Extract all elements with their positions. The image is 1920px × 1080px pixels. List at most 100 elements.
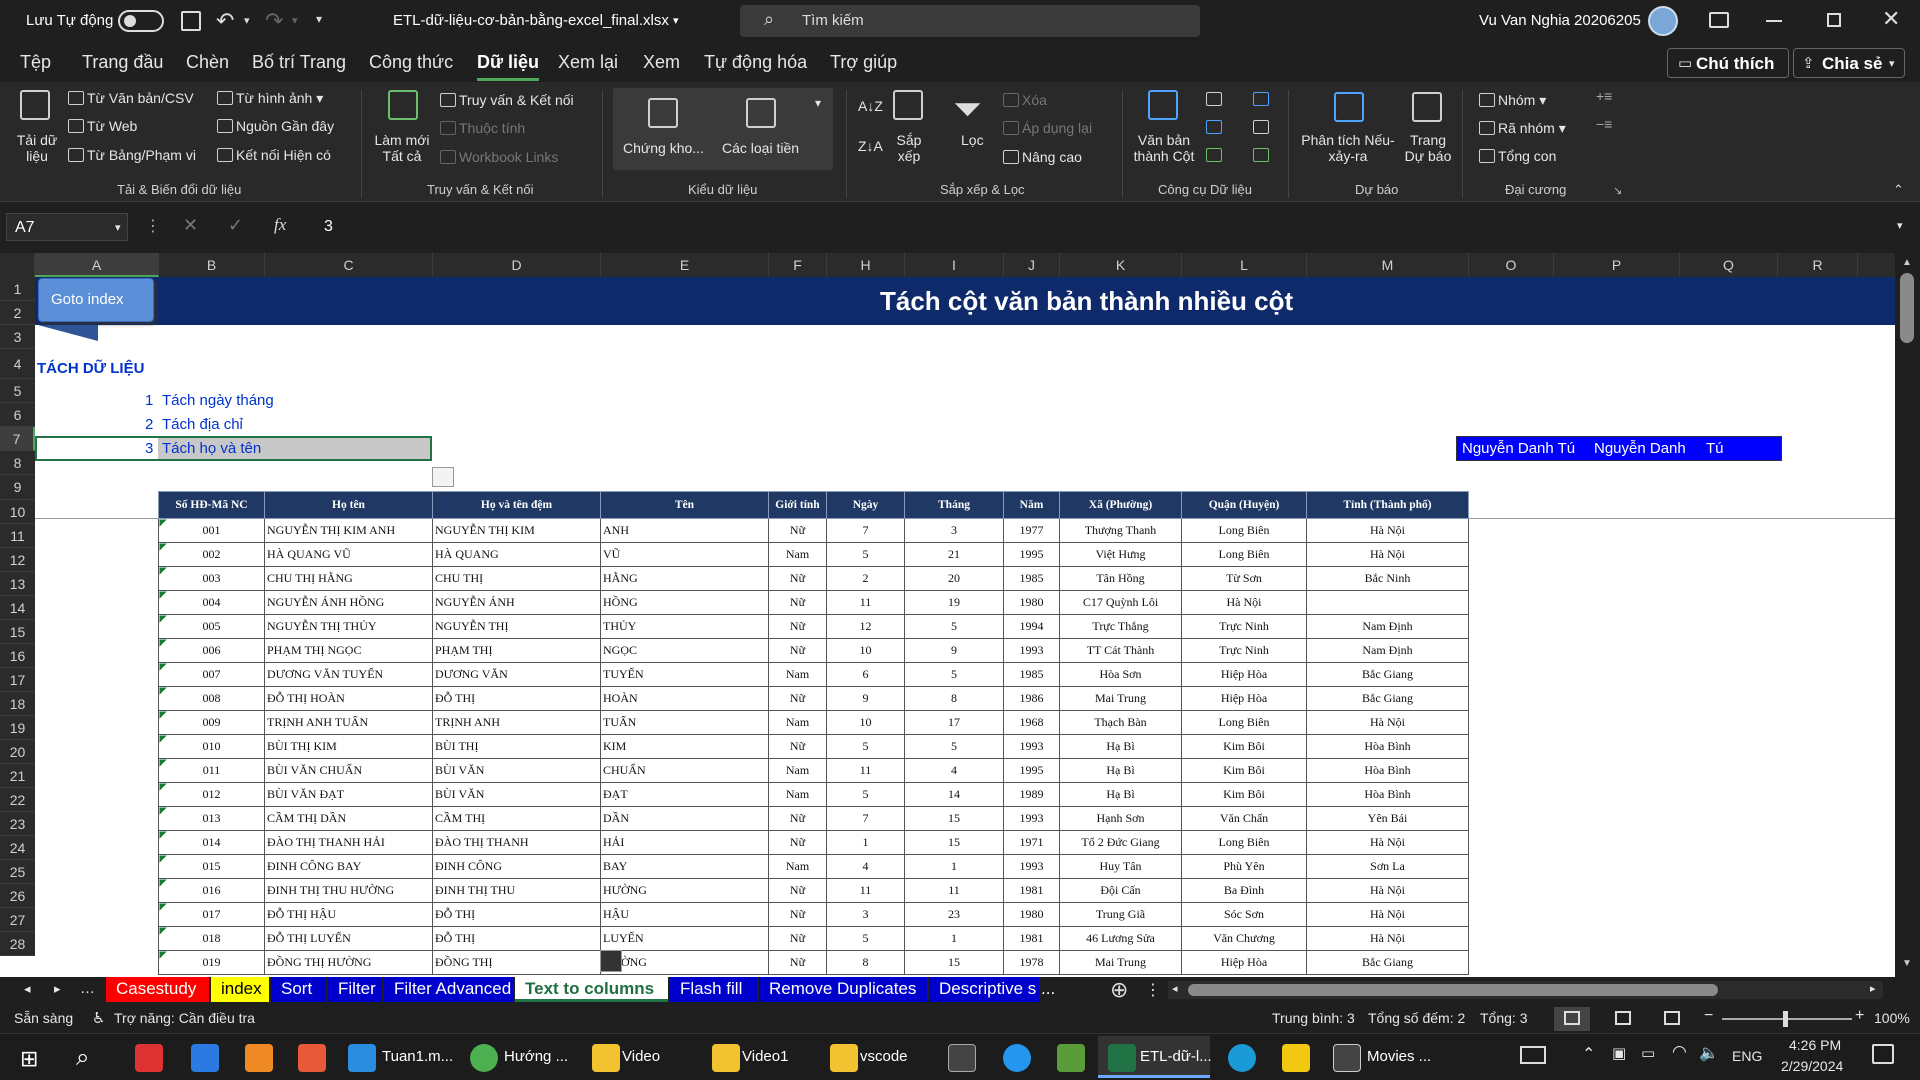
table-cell[interactable]: 017 xyxy=(158,902,265,927)
queries-connections-button[interactable]: Truy vấn & Kết nối xyxy=(440,92,574,108)
table-cell[interactable]: HƯỜNG xyxy=(600,950,769,975)
table-cell[interactable]: Nữ xyxy=(768,614,827,639)
title-dropdown-icon[interactable]: ▾ xyxy=(673,14,679,27)
row-header[interactable]: 15 xyxy=(0,620,35,644)
table-cell[interactable]: 11 xyxy=(904,878,1004,903)
share-button[interactable]: ⇪ Chia sẻ ▾ xyxy=(1793,48,1905,78)
sheet-tab[interactable]: Descriptive s ... xyxy=(929,977,1055,1002)
table-cell[interactable]: HẰNG xyxy=(600,566,769,591)
table-cell[interactable]: 001 xyxy=(158,518,265,543)
gallery-down-icon[interactable]: ▾ xyxy=(815,96,821,110)
app-icon[interactable] xyxy=(245,1044,273,1072)
table-cell[interactable]: CHU THỊ xyxy=(432,566,601,591)
avatar[interactable] xyxy=(1648,6,1678,36)
table-cell[interactable]: NGUYỄN THỊ THỦY xyxy=(264,614,433,639)
from-picture-button[interactable]: Từ hình ảnh ▾ xyxy=(217,90,323,106)
table-cell[interactable]: NGUYỄN THỊ KIM ANH xyxy=(264,518,433,543)
folder-icon[interactable] xyxy=(830,1044,858,1072)
scroll-down-icon[interactable]: ▼ xyxy=(1902,958,1912,969)
select-all-corner[interactable] xyxy=(0,253,35,277)
table-cell[interactable]: VŨ xyxy=(600,542,769,567)
column-header[interactable]: A xyxy=(35,253,159,277)
table-cell[interactable]: Tổ 2 Đức Giang xyxy=(1059,830,1182,855)
subtotal-button[interactable]: Tổng con xyxy=(1479,148,1556,164)
folder-icon[interactable] xyxy=(712,1044,740,1072)
table-cell[interactable]: 013 xyxy=(158,806,265,831)
column-header[interactable]: M xyxy=(1307,253,1469,277)
app-icon[interactable] xyxy=(191,1044,219,1072)
table-cell[interactable]: HỒNG xyxy=(600,590,769,615)
table-cell[interactable]: 5 xyxy=(904,662,1004,687)
clock-time[interactable]: 4:26 PM xyxy=(1789,1037,1841,1053)
table-cell[interactable]: PHẠM THỊ xyxy=(432,638,601,663)
table-cell[interactable]: ĐỒNG THỊ HƯỜNG xyxy=(264,950,433,975)
table-cell[interactable]: Thạch Bàn xyxy=(1059,710,1182,735)
table-cell[interactable]: Hà Nội xyxy=(1181,590,1307,615)
row-header[interactable]: 11 xyxy=(0,524,35,548)
link-split-date[interactable]: Tách ngày tháng xyxy=(162,392,274,409)
normal-view-button[interactable] xyxy=(1554,1007,1590,1031)
table-cell[interactable]: Mai Trung xyxy=(1059,950,1182,975)
page-break-icon[interactable] xyxy=(1664,1011,1680,1025)
table-cell[interactable]: 1 xyxy=(826,830,905,855)
workbook-links-button[interactable]: Workbook Links xyxy=(440,149,558,165)
table-cell[interactable]: Nữ xyxy=(768,566,827,591)
table-cell[interactable]: Hiệp Hòa xyxy=(1181,662,1307,687)
table-cell[interactable]: 15 xyxy=(904,830,1004,855)
from-web-button[interactable]: Từ Web xyxy=(68,118,137,134)
from-table-button[interactable]: Từ Bảng/Phạm vi xyxy=(68,147,196,163)
movies-icon[interactable] xyxy=(1333,1044,1361,1072)
table-cell[interactable]: Bắc Ninh xyxy=(1306,566,1469,591)
table-cell[interactable]: 9 xyxy=(904,638,1004,663)
column-header[interactable]: B xyxy=(159,253,265,277)
table-cell[interactable]: BÙI VĂN ĐẠT xyxy=(264,782,433,807)
flash-fill-icon[interactable] xyxy=(1206,92,1222,106)
table-cell[interactable]: 2 xyxy=(826,566,905,591)
taskbar-item-label[interactable]: Video xyxy=(622,1048,660,1065)
table-cell[interactable]: Nữ xyxy=(768,902,827,927)
table-cell[interactable]: CHU THỊ HẰNG xyxy=(264,566,433,591)
table-cell[interactable]: Hòa Sơn xyxy=(1059,662,1182,687)
sheet-tab[interactable]: Remove Duplicates xyxy=(759,977,927,1002)
taskbar-excel-active[interactable]: ETL-dữ-l... xyxy=(1098,1036,1212,1078)
sheet-tab[interactable]: Filter Advanced xyxy=(384,977,513,1002)
table-cell[interactable]: TRỊNH ANH xyxy=(432,710,601,735)
table-cell[interactable]: 002 xyxy=(158,542,265,567)
table-cell[interactable]: 5 xyxy=(826,542,905,567)
column-header[interactable]: Q xyxy=(1680,253,1778,277)
table-cell[interactable]: 7 xyxy=(826,806,905,831)
comments-button[interactable]: ▭ Chú thích xyxy=(1667,48,1789,78)
link-split-name[interactable]: Tách họ và tên xyxy=(162,440,261,457)
table-cell[interactable]: 1971 xyxy=(1003,830,1060,855)
table-cell[interactable]: Văn Chấn xyxy=(1181,806,1307,831)
table-cell[interactable]: 14 xyxy=(904,782,1004,807)
forecast-sheet-button[interactable]: Trang Dự báo xyxy=(1402,132,1454,164)
row-header[interactable]: 21 xyxy=(0,764,35,788)
table-cell[interactable]: 1981 xyxy=(1003,926,1060,951)
table-cell[interactable]: Bắc Giang xyxy=(1306,950,1469,975)
table-cell[interactable]: ĐẠT xyxy=(600,782,769,807)
row-header[interactable]: 17 xyxy=(0,668,35,692)
table-cell[interactable]: 8 xyxy=(904,686,1004,711)
table-cell[interactable]: 7 xyxy=(826,518,905,543)
camera-icon[interactable]: ▣ xyxy=(1612,1044,1626,1062)
ungroup-button[interactable]: Rã nhóm ▾ xyxy=(1479,120,1566,136)
table-cell[interactable]: Trực Ninh xyxy=(1181,638,1307,663)
table-cell[interactable]: HẢI xyxy=(600,830,769,855)
stocks-button[interactable]: Chứng kho... xyxy=(623,140,704,156)
scroll-left-icon[interactable]: ◂ xyxy=(1172,982,1178,995)
table-cell[interactable]: Hiệp Hòa xyxy=(1181,686,1307,711)
table-cell[interactable]: Nam xyxy=(768,662,827,687)
table-cell[interactable]: ĐỖ THỊ xyxy=(432,686,601,711)
tab-options-icon[interactable]: ⋮ xyxy=(1145,980,1161,1000)
zoom-slider[interactable] xyxy=(1722,1011,1852,1027)
table-cell[interactable]: BÙI VĂN CHUẨN xyxy=(264,758,433,783)
table-cell[interactable]: Hà Nội xyxy=(1306,710,1469,735)
row-header[interactable]: 3 xyxy=(0,325,35,349)
table-cell[interactable]: Nam xyxy=(768,710,827,735)
table-cell[interactable]: DƯƠNG VĂN xyxy=(432,662,601,687)
get-data-button[interactable]: Tải dữ liệu xyxy=(14,132,60,164)
accessibility-status[interactable]: Trợ năng: Cần điều tra xyxy=(114,1010,255,1026)
hscroll-thumb[interactable] xyxy=(1188,984,1718,996)
redo-icon[interactable]: ↷ xyxy=(265,8,283,34)
